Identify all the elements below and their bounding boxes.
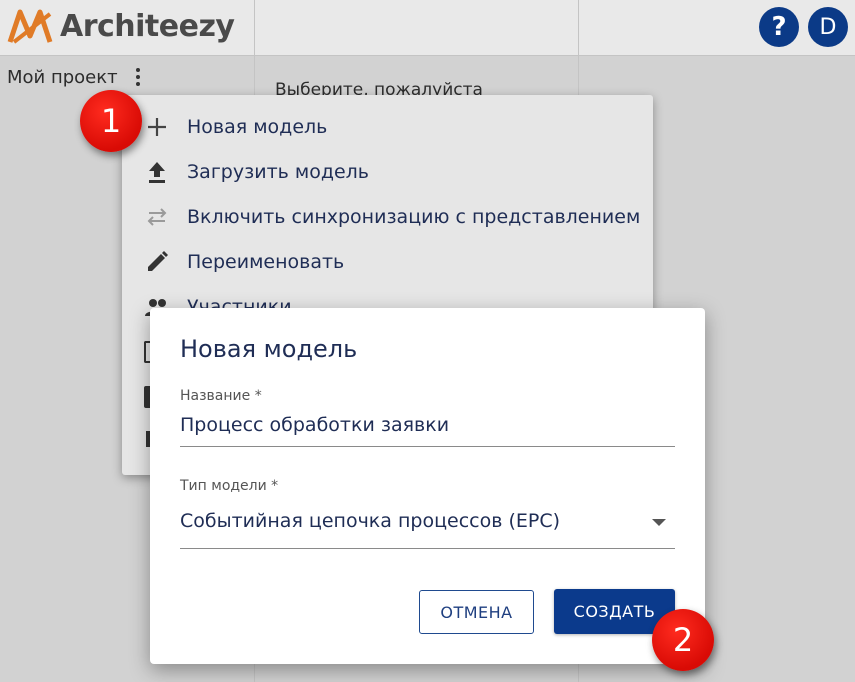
menu-item-label: Новая модель bbox=[187, 116, 328, 138]
project-title: Мой проект bbox=[7, 66, 118, 88]
menu-item-new-model[interactable]: Новая модель bbox=[122, 105, 653, 149]
menu-item-rename[interactable]: Переименовать bbox=[122, 240, 653, 284]
avatar[interactable]: D bbox=[808, 7, 848, 47]
new-model-dialog: Новая модель Название * Процесс обработк… bbox=[150, 308, 705, 664]
more-options-icon[interactable] bbox=[128, 64, 148, 90]
project-header: Мой проект bbox=[7, 64, 148, 90]
pencil-icon bbox=[144, 249, 170, 275]
name-field-label: Название * bbox=[180, 388, 262, 404]
dialog-title: Новая модель bbox=[180, 335, 358, 363]
menu-item-upload-model[interactable]: Загрузить модель bbox=[122, 150, 653, 194]
name-field[interactable]: Процесс обработки заявки bbox=[180, 414, 449, 436]
chevron-down-icon[interactable] bbox=[652, 519, 666, 526]
menu-item-label: Переименовать bbox=[187, 251, 345, 273]
logo-text: Architeezy bbox=[60, 8, 235, 44]
step-marker-2: 2 bbox=[652, 609, 714, 671]
menu-item-enable-sync[interactable]: Включить синхронизацию с представлением bbox=[122, 195, 653, 239]
upload-icon bbox=[144, 159, 170, 185]
plus-icon bbox=[144, 114, 170, 140]
menu-item-label: Включить синхронизацию с представлением bbox=[187, 206, 641, 228]
step-marker-1: 1 bbox=[80, 90, 142, 152]
cancel-button[interactable]: ОТМЕНА bbox=[419, 590, 534, 634]
logo-icon bbox=[7, 9, 53, 44]
help-button[interactable]: ? bbox=[759, 7, 799, 47]
sync-icon bbox=[144, 204, 170, 230]
logo[interactable]: Architeezy bbox=[6, 6, 254, 46]
name-field-underline bbox=[180, 446, 675, 447]
model-type-select[interactable]: Событийная цепочка процессов (EPC) bbox=[180, 510, 560, 532]
top-bar: Architeezy ? D bbox=[0, 0, 855, 56]
type-field-underline bbox=[180, 548, 675, 549]
menu-item-label: Загрузить модель bbox=[187, 161, 369, 183]
type-field-label: Тип модели * bbox=[180, 478, 279, 494]
